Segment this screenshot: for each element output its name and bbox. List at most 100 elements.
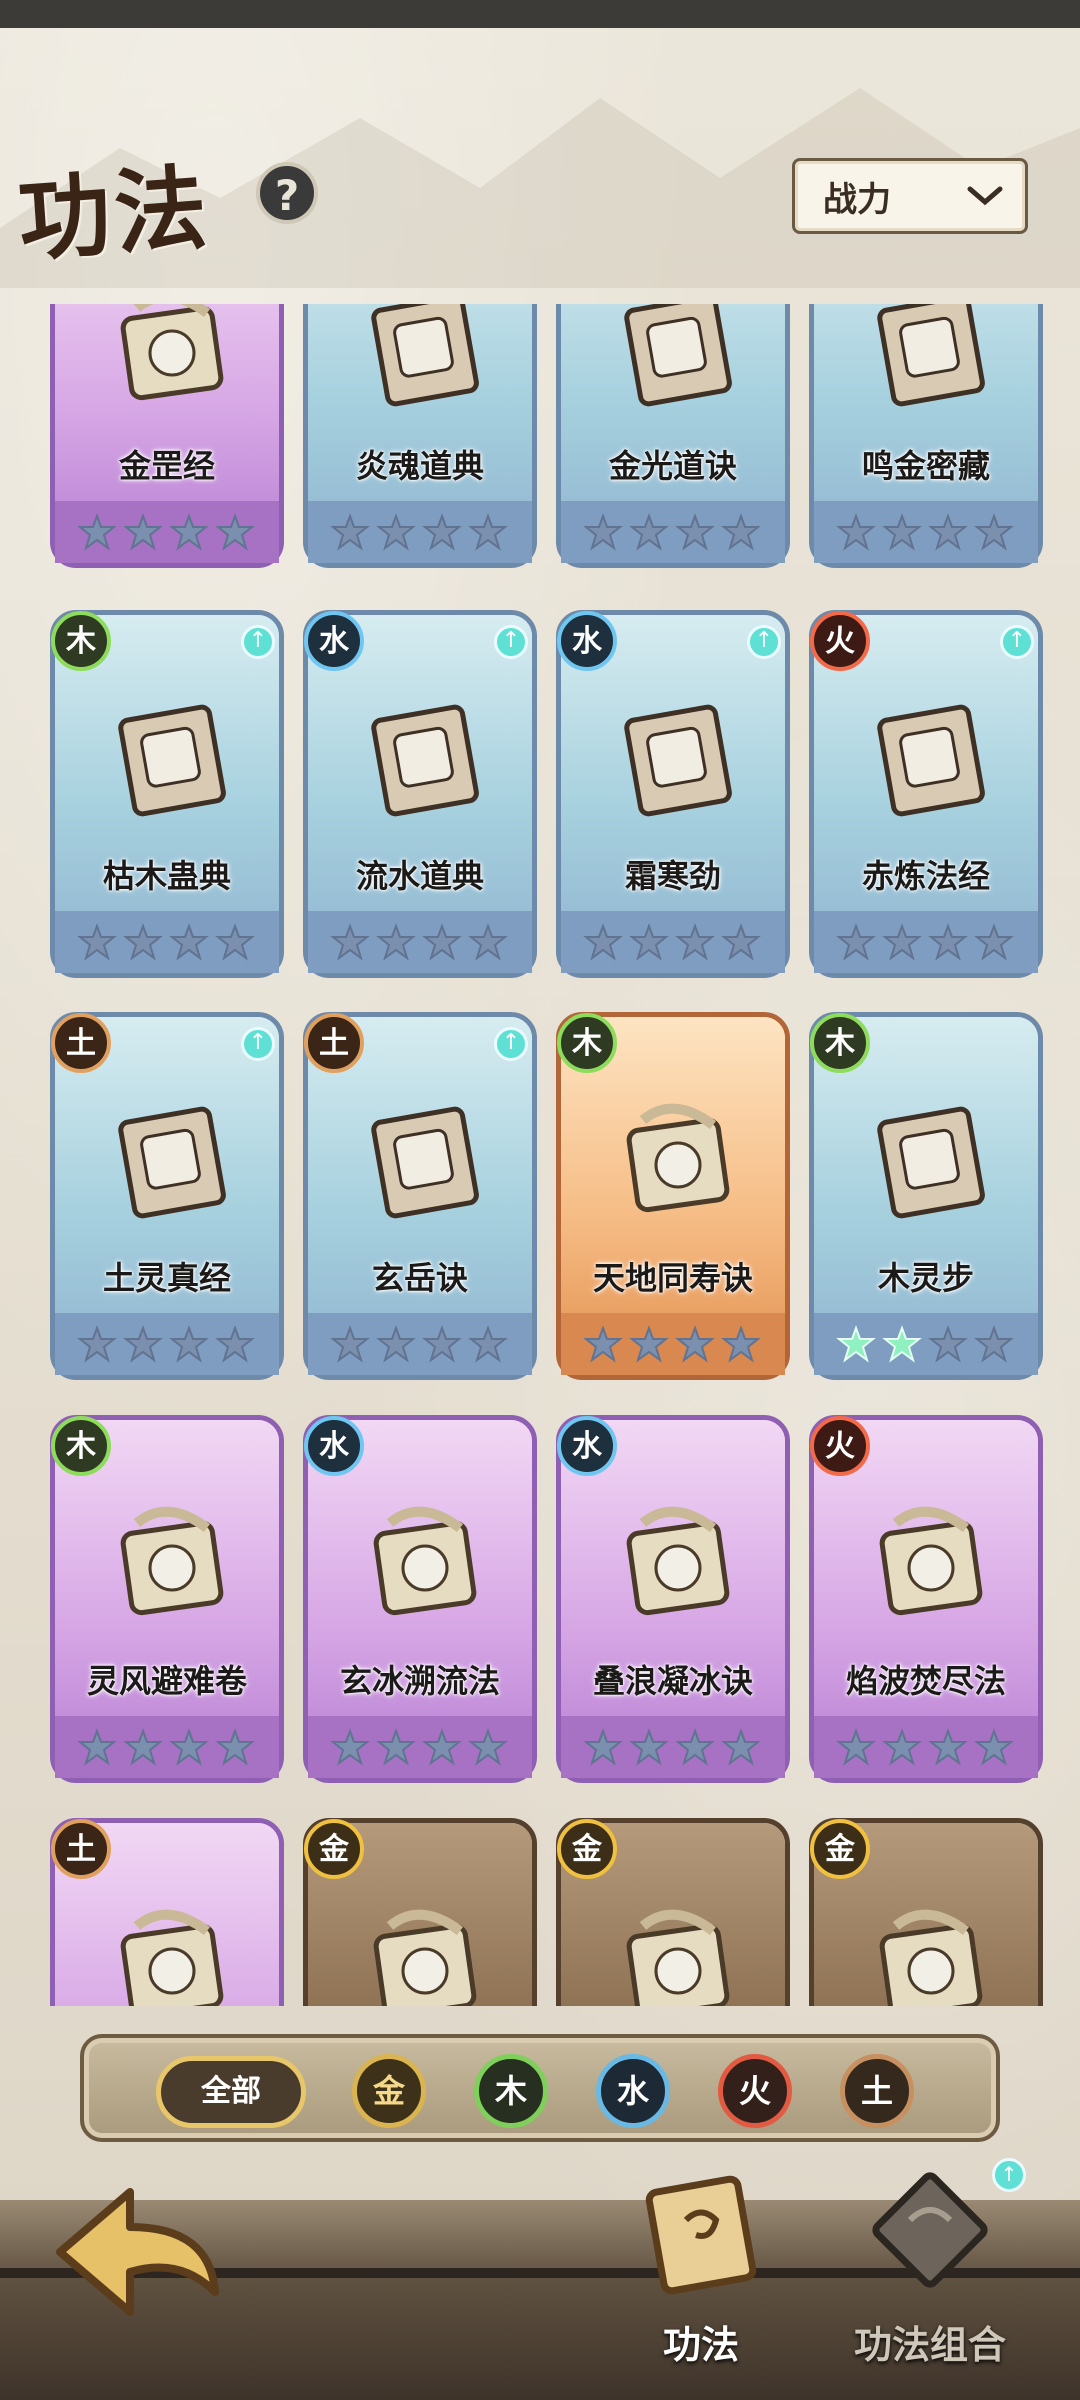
question-mark-icon[interactable]: ? <box>256 162 318 224</box>
filter-water[interactable]: 水 <box>596 2054 670 2128</box>
upgrade-arrow-icon: ↑ <box>494 1027 528 1061</box>
star-rating <box>330 1325 508 1365</box>
skill-card[interactable]: 流水道典 水 ↑ <box>303 610 537 978</box>
star-icon <box>882 1728 922 1766</box>
star-icon <box>974 923 1014 961</box>
card-name: 土灵真经 <box>102 1259 231 1297</box>
star-icon <box>675 923 715 961</box>
star-icon <box>974 513 1014 551</box>
skill-card[interactable]: 坤岳镇魂诀土 <box>50 1818 284 2006</box>
filter-metal[interactable]: 金 <box>352 2054 426 2128</box>
filter-earth[interactable]: 土 <box>840 2054 914 2128</box>
star-rating <box>77 1728 255 1768</box>
star-icon <box>583 1728 623 1766</box>
filter-all[interactable]: 全部 <box>156 2056 306 2128</box>
element-badge: 金 <box>557 1819 617 1879</box>
card-name: 赤炼法经 <box>861 857 990 895</box>
skill-card[interactable]: 霜寒劲 水 ↑ <box>556 610 790 978</box>
upgrade-arrow-icon: ↑ <box>241 1027 275 1061</box>
star-icon <box>721 513 761 551</box>
star-icon <box>376 923 416 961</box>
skill-card[interactable]: 赤炼法经 火 ↑ <box>809 610 1043 978</box>
skill-card[interactable]: 鸣金密藏 <box>809 304 1043 568</box>
card-name: 鸣金密藏 <box>861 447 990 485</box>
chevron-down-icon <box>967 186 1003 206</box>
star-rating <box>77 1325 255 1365</box>
skill-card[interactable]: 断金透骨功0/30金 <box>303 1818 537 2006</box>
filter-fire[interactable]: 火 <box>718 2054 792 2128</box>
star-icon <box>928 513 968 551</box>
skill-book-icon <box>373 1506 477 1616</box>
skill-card[interactable]: 天地同寿诀 木 <box>556 1012 790 1380</box>
card-name: 天地同寿诀 <box>592 1259 753 1297</box>
element-badge: 火 <box>810 1416 870 1476</box>
element-badge: 火 <box>810 611 870 671</box>
star-icon <box>675 1325 715 1363</box>
card-name: 玄岳诀 <box>371 1259 468 1297</box>
skill-book-icon <box>879 1909 983 2006</box>
star-icon <box>629 513 669 551</box>
star-icon <box>974 1325 1014 1363</box>
skill-book-icon <box>624 704 732 817</box>
element-badge: 木 <box>51 1416 111 1476</box>
skill-card[interactable]: 焰波焚尽法 火 <box>809 1415 1043 1783</box>
element-badge: 金 <box>304 1819 364 1879</box>
back-arrow-icon[interactable] <box>40 2172 240 2332</box>
skill-card[interactable]: 炎魂道典 <box>303 304 537 568</box>
skill-book-icon <box>120 304 224 401</box>
star-icon <box>422 513 462 551</box>
skill-card[interactable]: 金光道诀 <box>556 304 790 568</box>
star-icon <box>215 1325 255 1363</box>
skill-card[interactable]: 金罡经 <box>50 304 284 568</box>
skill-card[interactable]: 木灵步 木 <box>809 1012 1043 1380</box>
skill-card[interactable]: 玄冰溯流法 水 <box>303 1415 537 1783</box>
skill-book-icon <box>118 704 226 817</box>
skill-card[interactable]: 无影金锋咒0/30金 <box>556 1818 790 2006</box>
skill-book-icon <box>371 704 479 817</box>
skill-card[interactable]: 灵风避难卷 木 <box>50 1415 284 1783</box>
tab-skills[interactable]: 功法 <box>606 2160 796 2369</box>
star-icon <box>721 1325 761 1363</box>
star-icon <box>836 923 876 961</box>
star-icon <box>836 513 876 551</box>
star-icon <box>123 1325 163 1363</box>
card-name: 枯木蛊典 <box>102 857 231 895</box>
element-badge: 水 <box>557 611 617 671</box>
star-icon <box>928 1728 968 1766</box>
star-icon <box>77 1728 117 1766</box>
card-name: 霜寒劲 <box>624 857 721 895</box>
card-name: 木灵步 <box>877 1259 974 1297</box>
star-icon <box>376 1728 416 1766</box>
star-icon <box>629 1325 669 1363</box>
star-rating <box>77 513 255 553</box>
skill-card[interactable]: 枯木蛊典 木 ↑ <box>50 610 284 978</box>
filter-wood[interactable]: 木 <box>474 2054 548 2128</box>
upgrade-arrow-icon: ↑ <box>241 625 275 659</box>
star-icon <box>123 923 163 961</box>
sort-dropdown[interactable]: 战力 <box>792 158 1028 234</box>
element-badge: 水 <box>304 1416 364 1476</box>
star-icon <box>928 923 968 961</box>
skill-card[interactable]: 叠浪凝冰诀 水 <box>556 1415 790 1783</box>
element-filter-bar: 全部 金 木 水 火 土 <box>80 2034 1000 2142</box>
skill-grid[interactable]: 金罡经 炎魂道典 金光道诀 鸣金密藏 枯木蛊典木 ↑ 流水道典水 ↑ 霜寒劲水 ↑ 赤… <box>0 304 1080 2006</box>
card-name: 玄冰溯流法 <box>339 1662 500 1700</box>
tab-skill-combo[interactable]: 功法组合 <box>830 2160 1030 2369</box>
skill-book-icon <box>626 1103 730 1213</box>
skill-book-icon <box>626 1506 730 1616</box>
combo-book-icon <box>872 2172 988 2288</box>
element-badge: 水 <box>304 611 364 671</box>
star-rating <box>836 923 1014 963</box>
star-icon <box>468 1728 508 1766</box>
skill-card[interactable]: 土灵真经 土 ↑ <box>50 1012 284 1380</box>
star-icon <box>836 1325 876 1363</box>
skill-book-icon <box>373 1909 477 2006</box>
card-name: 金光道诀 <box>608 447 737 485</box>
card-name: 炎魂道典 <box>355 447 484 485</box>
skill-book-icon <box>877 1106 985 1219</box>
star-icon <box>974 1728 1014 1766</box>
star-icon <box>169 923 209 961</box>
scroll-book-icon <box>645 2175 757 2295</box>
skill-card[interactable]: 金蝉蜕劫法0/30金 <box>809 1818 1043 2006</box>
skill-card[interactable]: 玄岳诀 土 ↑ <box>303 1012 537 1380</box>
